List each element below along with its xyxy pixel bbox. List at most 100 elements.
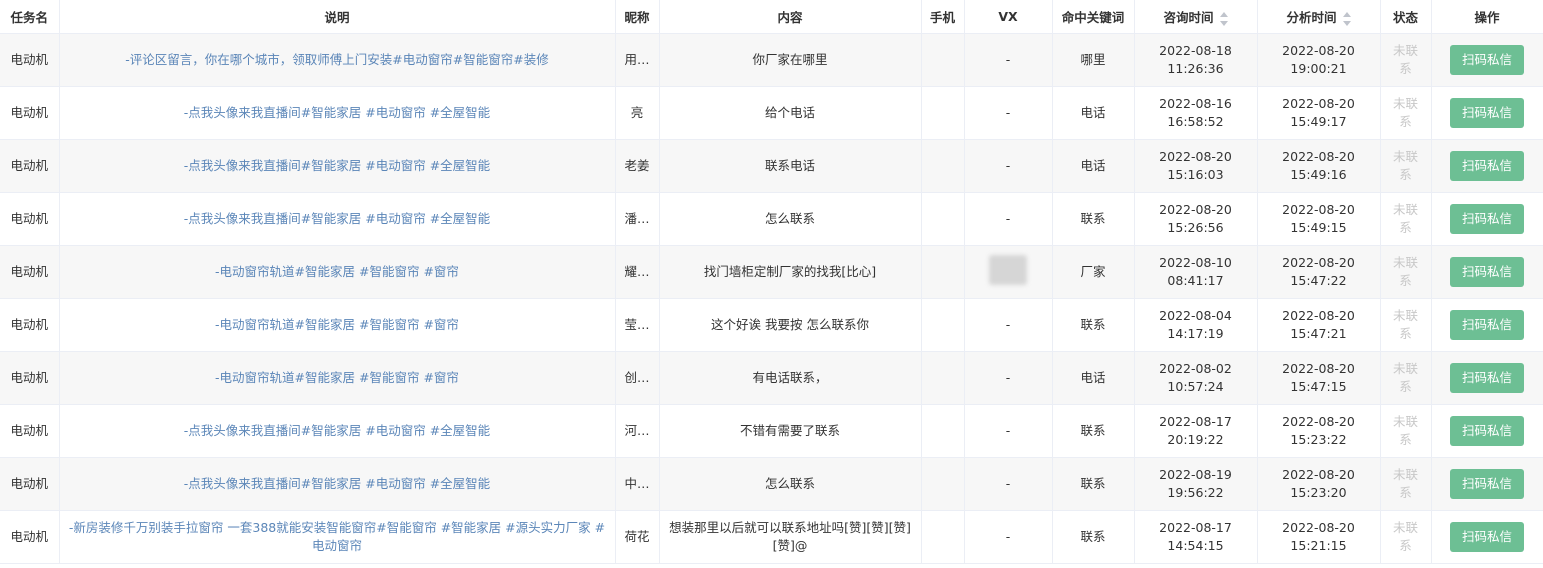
- table-row: 电动机 -点我头像来我直播间#智能家居 #电动窗帘 #全屋智能 潘… 怎么联系 - 联系 2…: [0, 192, 1543, 246]
- cell-task: 电动机: [0, 510, 60, 564]
- cell-consult-time: 2022-08-02 10:57:24: [1134, 351, 1258, 405]
- table-row: 电动机 -电动窗帘轨道#智能家居 #智能窗帘 #窗帘 创… 有电话联系， - 电话 2022…: [0, 351, 1543, 405]
- cell-consult-time-date: 2022-08-20: [1159, 202, 1232, 217]
- scan-message-button[interactable]: 扫码私信: [1449, 257, 1524, 287]
- cell-vx: -: [964, 404, 1053, 458]
- cell-analysis-time: 2022-08-20 15:21:15: [1257, 510, 1381, 564]
- cell-vx: -: [964, 192, 1053, 246]
- cell-desc[interactable]: -评论区留言，你在哪个城市，领取师傅上门安装#电动窗帘#智能窗帘#装修: [59, 33, 616, 87]
- cell-desc[interactable]: -新房装修千万别装手拉窗帘 一套388就能安装智能窗帘#智能窗帘 #智能家居 #…: [59, 510, 616, 564]
- cell-nick: 荷花: [615, 510, 660, 564]
- scan-message-button[interactable]: 扫码私信: [1449, 522, 1524, 552]
- cell-content: 怎么联系: [659, 192, 922, 246]
- cell-status: 未联系: [1380, 298, 1432, 352]
- cell-content: 你厂家在哪里: [659, 33, 922, 87]
- cell-keyword: 电话: [1052, 86, 1135, 140]
- cell-phone: [921, 86, 965, 140]
- sort-icon[interactable]: [1219, 11, 1228, 26]
- cell-nick: 河…: [615, 404, 660, 458]
- sort-icon[interactable]: [1342, 11, 1351, 26]
- cell-phone: [921, 510, 965, 564]
- cell-consult-time-date: 2022-08-17: [1159, 414, 1232, 429]
- cell-action: 扫码私信: [1431, 192, 1543, 246]
- cell-nick: 亮: [615, 86, 660, 140]
- table-row: 电动机 -评论区留言，你在哪个城市，领取师傅上门安装#电动窗帘#智能窗帘#装修 用……: [0, 33, 1543, 87]
- cell-vx: -: [964, 351, 1053, 405]
- header-consult-time[interactable]: 咨询时间: [1134, 0, 1258, 34]
- cell-analysis-time: 2022-08-20 15:49:17: [1257, 86, 1381, 140]
- scan-message-button[interactable]: 扫码私信: [1449, 310, 1524, 340]
- header-vx: VX: [964, 0, 1053, 34]
- cell-consult-time-date: 2022-08-17: [1159, 520, 1232, 535]
- cell-nick: 潘…: [615, 192, 660, 246]
- cell-analysis-time-clock: 15:49:16: [1290, 167, 1347, 182]
- cell-desc[interactable]: -电动窗帘轨道#智能家居 #智能窗帘 #窗帘: [59, 245, 616, 299]
- cell-analysis-time-date: 2022-08-20: [1282, 255, 1355, 270]
- redacted-vx: [989, 254, 1027, 285]
- cell-analysis-time-clock: 15:21:15: [1290, 538, 1347, 553]
- cell-analysis-time: 2022-08-20 15:23:20: [1257, 457, 1381, 511]
- header-analysis-time[interactable]: 分析时间: [1257, 0, 1381, 34]
- cell-action: 扫码私信: [1431, 139, 1543, 193]
- cell-task: 电动机: [0, 245, 60, 299]
- cell-nick: 莹…: [615, 298, 660, 352]
- cell-status: 未联系: [1380, 510, 1432, 564]
- scan-message-button[interactable]: 扫码私信: [1449, 363, 1524, 393]
- cell-consult-time: 2022-08-20 15:16:03: [1134, 139, 1258, 193]
- cell-keyword: 电话: [1052, 351, 1135, 405]
- cell-status: 未联系: [1380, 33, 1432, 87]
- cell-status: 未联系: [1380, 139, 1432, 193]
- cell-desc[interactable]: -点我头像来我直播间#智能家居 #电动窗帘 #全屋智能: [59, 404, 616, 458]
- scan-message-button[interactable]: 扫码私信: [1449, 151, 1524, 181]
- cell-content: 找门墙柜定制厂家的找我[比心]: [659, 245, 922, 299]
- cell-desc[interactable]: -点我头像来我直播间#智能家居 #电动窗帘 #全屋智能: [59, 139, 616, 193]
- scan-message-button[interactable]: 扫码私信: [1449, 45, 1524, 75]
- cell-analysis-time-date: 2022-08-20: [1282, 414, 1355, 429]
- cell-action: 扫码私信: [1431, 86, 1543, 140]
- cell-analysis-time-clock: 15:23:22: [1290, 432, 1347, 447]
- cell-status: 未联系: [1380, 192, 1432, 246]
- cell-analysis-time-clock: 15:49:15: [1290, 220, 1347, 235]
- cell-vx: -: [964, 298, 1053, 352]
- cell-phone: [921, 298, 965, 352]
- cell-phone: [921, 139, 965, 193]
- header-nick: 昵称: [615, 0, 660, 34]
- cell-keyword: 联系: [1052, 298, 1135, 352]
- cell-consult-time: 2022-08-17 20:19:22: [1134, 404, 1258, 458]
- cell-desc[interactable]: -电动窗帘轨道#智能家居 #智能窗帘 #窗帘: [59, 298, 616, 352]
- cell-consult-time-date: 2022-08-18: [1159, 43, 1232, 58]
- header-phone: 手机: [921, 0, 965, 34]
- cell-consult-time-date: 2022-08-19: [1159, 467, 1232, 482]
- cell-task: 电动机: [0, 404, 60, 458]
- cell-desc[interactable]: -电动窗帘轨道#智能家居 #智能窗帘 #窗帘: [59, 351, 616, 405]
- cell-analysis-time-clock: 15:47:21: [1290, 326, 1347, 341]
- header-keyword: 命中关键词: [1052, 0, 1135, 34]
- cell-task: 电动机: [0, 86, 60, 140]
- cell-analysis-time-date: 2022-08-20: [1282, 96, 1355, 111]
- cell-phone: [921, 404, 965, 458]
- cell-analysis-time-clock: 15:23:20: [1290, 485, 1347, 500]
- header-action: 操作: [1431, 0, 1543, 34]
- cell-status: 未联系: [1380, 351, 1432, 405]
- cell-analysis-time-date: 2022-08-20: [1282, 520, 1355, 535]
- scan-message-button[interactable]: 扫码私信: [1449, 416, 1524, 446]
- cell-nick: 中…: [615, 457, 660, 511]
- scan-message-button[interactable]: 扫码私信: [1449, 204, 1524, 234]
- header-desc: 说明: [59, 0, 616, 34]
- cell-desc[interactable]: -点我头像来我直播间#智能家居 #电动窗帘 #全屋智能: [59, 457, 616, 511]
- cell-phone: [921, 457, 965, 511]
- table-row: 电动机 -点我头像来我直播间#智能家居 #电动窗帘 #全屋智能 河… 不错有需要了联系…: [0, 404, 1543, 458]
- cell-analysis-time: 2022-08-20 15:23:22: [1257, 404, 1381, 458]
- cell-desc[interactable]: -点我头像来我直播间#智能家居 #电动窗帘 #全屋智能: [59, 86, 616, 140]
- scan-message-button[interactable]: 扫码私信: [1449, 98, 1524, 128]
- table-row: 电动机 -电动窗帘轨道#智能家居 #智能窗帘 #窗帘 莹… 这个好诶 我要按 怎么联系…: [0, 298, 1543, 352]
- cell-analysis-time: 2022-08-20 15:47:22: [1257, 245, 1381, 299]
- cell-nick: 创…: [615, 351, 660, 405]
- scan-message-button[interactable]: 扫码私信: [1449, 469, 1524, 499]
- cell-consult-time-date: 2022-08-20: [1159, 149, 1232, 164]
- cell-vx: -: [964, 510, 1053, 564]
- cell-desc[interactable]: -点我头像来我直播间#智能家居 #电动窗帘 #全屋智能: [59, 192, 616, 246]
- cell-content: 给个电话: [659, 86, 922, 140]
- cell-phone: [921, 33, 965, 87]
- cell-phone: [921, 351, 965, 405]
